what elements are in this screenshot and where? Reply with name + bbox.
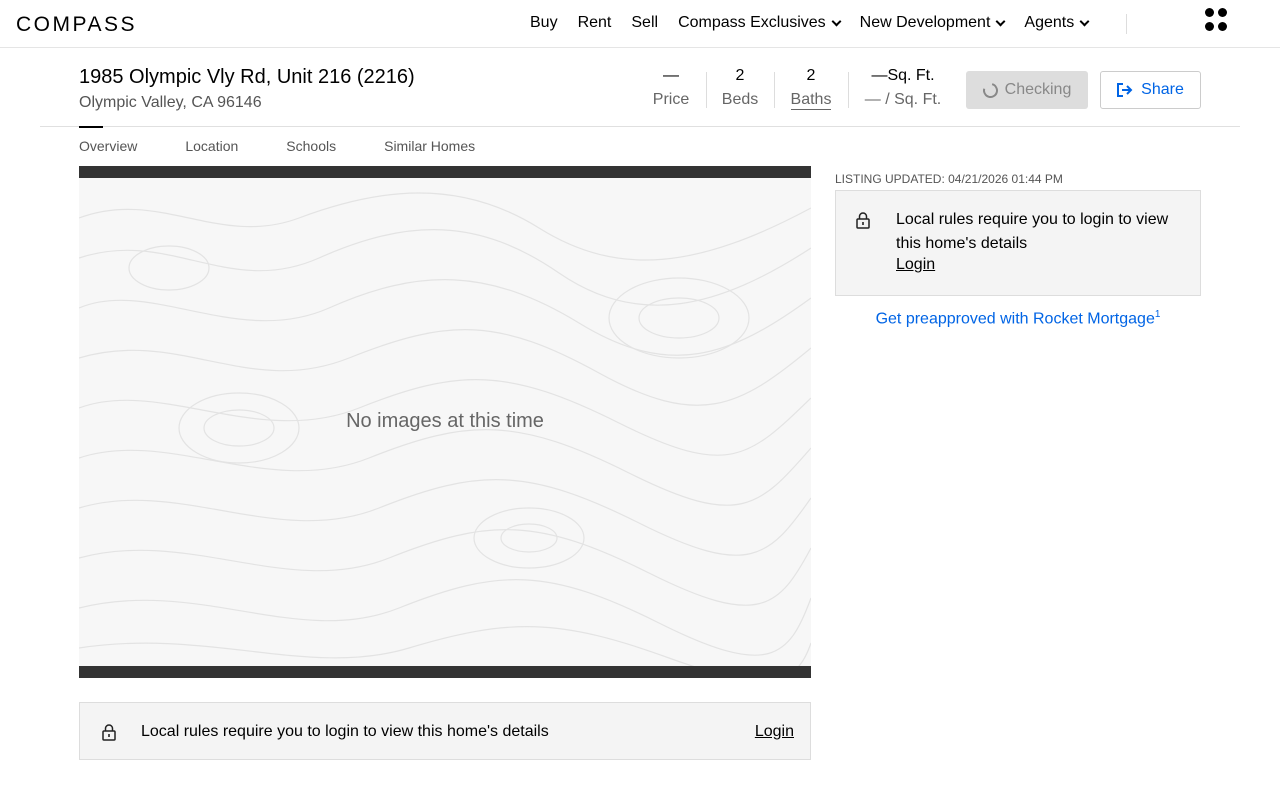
sqft-value: —Sq. Ft. bbox=[871, 67, 935, 84]
baths-value: 2 bbox=[806, 67, 816, 84]
tab-overview[interactable]: Overview bbox=[79, 138, 137, 154]
listing-city: Olympic Valley, CA 96146 bbox=[79, 94, 262, 111]
nav-buy-label: Buy bbox=[530, 14, 558, 31]
loading-spinner-icon bbox=[979, 79, 1001, 101]
tab-similar-homes[interactable]: Similar Homes bbox=[384, 138, 475, 154]
sidebar-login-box: Local rules require you to login to view… bbox=[835, 190, 1201, 296]
apps-menu-icon[interactable] bbox=[1205, 8, 1229, 32]
price-label: Price bbox=[652, 91, 690, 108]
listing-updated: LISTING UPDATED: 04/21/2026 01:44 PM bbox=[835, 172, 1063, 186]
gallery-top-bar bbox=[79, 166, 811, 178]
nav-compass-exclusives[interactable]: Compass Exclusives bbox=[678, 14, 842, 32]
stat-divider bbox=[774, 72, 775, 108]
banner-login-link[interactable]: Login bbox=[755, 723, 794, 741]
share-icon bbox=[1117, 83, 1133, 97]
login-required-banner: Local rules require you to login to view… bbox=[79, 702, 811, 760]
nav-rent-label: Rent bbox=[577, 14, 612, 31]
stat-baths[interactable]: 2 Baths bbox=[788, 67, 834, 110]
listing-address: 1985 Olympic Vly Rd, Unit 216 (2216) bbox=[79, 66, 415, 88]
section-tabs: Overview Location Schools Similar Homes bbox=[79, 138, 523, 154]
nav-links: Buy Rent Sell Compass Exclusives New Dev… bbox=[530, 14, 1108, 32]
tab-location[interactable]: Location bbox=[185, 138, 238, 154]
beds-label: Beds bbox=[721, 91, 759, 108]
no-images-message: No images at this time bbox=[346, 410, 544, 432]
stat-price: — Price bbox=[648, 67, 694, 109]
top-navigation: COMPASS Buy Rent Sell Compass Exclusives… bbox=[0, 0, 1280, 48]
lock-icon bbox=[102, 724, 116, 741]
footnote-marker: 1 bbox=[1154, 309, 1161, 320]
chevron-down-icon bbox=[1079, 16, 1090, 26]
share-button[interactable]: Share bbox=[1100, 71, 1201, 109]
lock-icon bbox=[856, 212, 870, 229]
checking-button[interactable]: Checking bbox=[966, 71, 1088, 109]
chevron-down-icon bbox=[995, 16, 1006, 26]
active-tab-indicator bbox=[79, 126, 103, 128]
sidebar-message: Local rules require you to login to view… bbox=[896, 211, 1169, 252]
share-label: Share bbox=[1141, 81, 1184, 98]
stat-divider bbox=[848, 72, 849, 108]
stat-divider bbox=[706, 72, 707, 108]
nav-agents[interactable]: Agents bbox=[1024, 14, 1090, 32]
beds-value: 2 bbox=[735, 67, 745, 84]
nav-rent[interactable]: Rent bbox=[578, 14, 612, 32]
baths-label[interactable]: Baths bbox=[790, 91, 832, 110]
header-divider bbox=[40, 126, 1240, 127]
nav-buy[interactable]: Buy bbox=[530, 14, 558, 32]
compass-logo[interactable]: COMPASS bbox=[16, 13, 137, 37]
chevron-down-icon bbox=[831, 16, 842, 26]
checking-label: Checking bbox=[1004, 81, 1072, 98]
nav-agents-label: Agents bbox=[1024, 14, 1075, 31]
nav-divider bbox=[1126, 14, 1127, 34]
nav-sell[interactable]: Sell bbox=[631, 14, 658, 32]
gallery-bottom-bar bbox=[79, 666, 811, 678]
photo-gallery[interactable]: No images at this time bbox=[79, 166, 811, 678]
rocket-mortgage-label: Get preapproved with Rocket Mortgage bbox=[875, 310, 1155, 328]
banner-message: Local rules require you to login to view… bbox=[141, 723, 549, 740]
rocket-mortgage-link[interactable]: Get preapproved with Rocket Mortgage1 bbox=[835, 309, 1201, 328]
nav-sell-label: Sell bbox=[631, 14, 659, 31]
nav-new-development-label: New Development bbox=[859, 14, 991, 31]
nav-compass-exclusives-label: Compass Exclusives bbox=[678, 14, 826, 31]
stat-sqft: —Sq. Ft. — / Sq. Ft. bbox=[860, 67, 946, 109]
sidebar-login-link[interactable]: Login bbox=[896, 256, 935, 274]
nav-new-development[interactable]: New Development bbox=[859, 14, 1006, 32]
price-per-sqft-label: — / Sq. Ft. bbox=[864, 91, 942, 108]
price-value: — bbox=[663, 67, 679, 84]
tab-schools[interactable]: Schools bbox=[286, 138, 336, 154]
stat-beds: 2 Beds bbox=[718, 67, 762, 109]
